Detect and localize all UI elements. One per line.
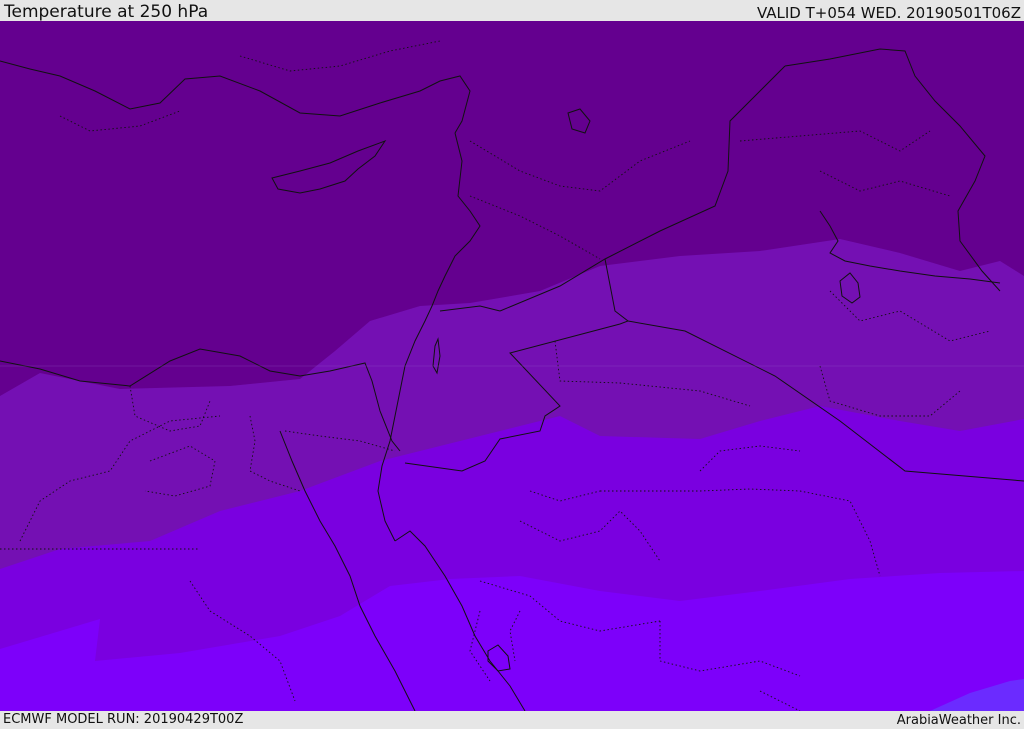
weather-map xyxy=(0,21,1024,711)
model-run-label: ECMWF MODEL RUN: 20190429T00Z xyxy=(3,712,244,727)
valid-time: VALID T+054 WED. 20190501T06Z xyxy=(756,4,1021,22)
map-canvas xyxy=(0,21,1024,711)
credit-label: ArabiaWeather Inc. xyxy=(896,713,1021,728)
map-title: Temperature at 250 hPa xyxy=(4,2,209,22)
map-footer: ECMWF MODEL RUN: 20190429T00Z ArabiaWeat… xyxy=(0,711,1024,729)
map-header: Temperature at 250 hPa VALID T+054 WED. … xyxy=(0,0,1024,22)
